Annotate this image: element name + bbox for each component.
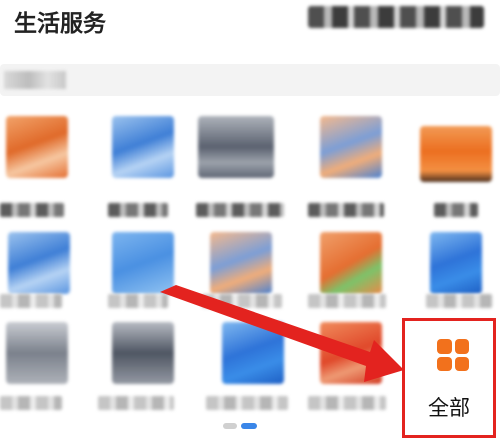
blurred-blue-icon xyxy=(112,116,174,178)
blurred-label xyxy=(0,396,62,410)
blurred-blue-icon xyxy=(8,232,70,294)
service-item[interactable] xyxy=(206,322,296,430)
blurred-search-text xyxy=(4,71,66,89)
blurred-label xyxy=(108,294,168,308)
blurred-label xyxy=(196,203,284,217)
blurred-deep-blue-icon xyxy=(430,232,482,294)
service-item[interactable] xyxy=(98,116,188,224)
blurred-orange-green-icon xyxy=(320,232,382,294)
service-item[interactable] xyxy=(0,116,90,224)
blurred-gray-icon xyxy=(112,322,174,384)
pagination xyxy=(223,423,257,429)
blurred-blue-icon xyxy=(112,232,174,294)
blurred-mixed-icon xyxy=(320,116,382,178)
blurred-header-text xyxy=(308,6,484,28)
service-item[interactable] xyxy=(408,116,498,224)
grid-square xyxy=(437,339,452,354)
blurred-label xyxy=(308,396,386,410)
blurred-gray-icon xyxy=(198,116,274,178)
grid-square xyxy=(437,356,452,371)
grid-four-squares-icon xyxy=(437,339,469,371)
blurred-label xyxy=(0,294,62,308)
blurred-label xyxy=(434,203,478,217)
blurred-deep-blue-icon xyxy=(222,322,284,384)
blurred-label xyxy=(202,294,282,308)
page-title: 生活服务 xyxy=(14,11,106,37)
grid-square xyxy=(454,339,469,354)
blurred-mixed-icon xyxy=(210,232,272,294)
grid-square xyxy=(454,356,469,371)
blurred-bag-icon xyxy=(420,126,492,182)
service-item[interactable] xyxy=(98,322,188,430)
blurred-label xyxy=(0,203,64,217)
service-item[interactable] xyxy=(196,116,286,224)
all-services-button[interactable]: 全部 xyxy=(402,318,496,438)
blurred-label xyxy=(426,294,492,308)
blurred-label xyxy=(308,203,384,217)
page-dot-active[interactable] xyxy=(241,423,257,429)
blurred-orange-red-icon xyxy=(320,322,382,384)
blurred-gray-icon xyxy=(6,322,68,384)
service-item[interactable] xyxy=(0,322,90,430)
all-services-label: 全部 xyxy=(428,396,470,420)
service-item[interactable] xyxy=(306,322,396,430)
blurred-orange-icon xyxy=(6,116,68,178)
blurred-label xyxy=(308,294,386,308)
blurred-label xyxy=(206,396,288,410)
blurred-label xyxy=(98,396,174,410)
page-dot[interactable] xyxy=(223,423,237,429)
service-item[interactable] xyxy=(306,116,396,224)
search-bar[interactable] xyxy=(0,64,500,96)
blurred-label xyxy=(108,203,168,217)
